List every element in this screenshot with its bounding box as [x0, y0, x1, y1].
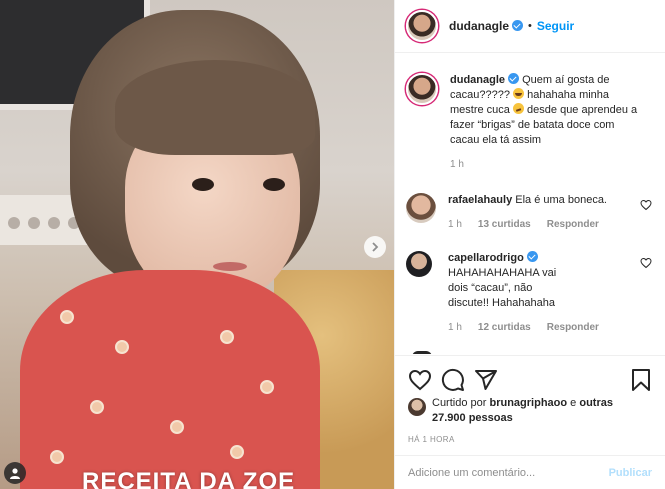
- verified-badge-icon: [512, 20, 524, 31]
- comments-list[interactable]: dudanagle Quem aí gosta de cacau????? ha…: [395, 53, 665, 354]
- likes-summary: Curtido por brunagriphaoo e outras 27.90…: [408, 396, 642, 426]
- header-separator: •: [528, 20, 532, 32]
- next-media-button[interactable]: [364, 236, 386, 258]
- child-eye-right: [263, 178, 285, 191]
- comment-time[interactable]: 1 h: [448, 217, 462, 232]
- commenter-avatar[interactable]: [406, 251, 432, 277]
- comment-item: rafaelahauly Ela é uma boneca. 1 h 13 cu…: [406, 193, 656, 232]
- commenter-avatar[interactable]: [406, 193, 436, 223]
- post-timestamp[interactable]: HÁ 1 HORA: [408, 435, 455, 444]
- comment-item: capellarodrigo HAHAHAHAHAHA vai dois “ca…: [406, 251, 656, 335]
- add-comment-bar: Publicar: [395, 455, 665, 489]
- verified-badge-icon: [508, 73, 520, 84]
- laughing-emoji-icon: [513, 88, 525, 99]
- comment-text: Ela é uma boneca.: [515, 194, 607, 206]
- share-icon[interactable]: [474, 368, 498, 392]
- heart-icon[interactable]: [640, 199, 652, 211]
- author-username[interactable]: dudanagle: [449, 19, 524, 33]
- verified-badge-icon: [526, 251, 538, 262]
- chevron-right-icon: [372, 242, 379, 252]
- next-comment-avatar: [412, 351, 432, 354]
- child-bangs: [115, 60, 315, 155]
- user-tag-icon: [10, 468, 20, 479]
- comment-text: HAHAHAHAHAHA vai dois “cacau”, não discu…: [448, 267, 557, 309]
- action-icon-row: [408, 368, 653, 392]
- publish-button[interactable]: Publicar: [609, 467, 652, 479]
- commenter-username[interactable]: rafaelahauly: [448, 194, 512, 206]
- likes-conj: e: [570, 397, 577, 409]
- caption-author-avatar[interactable]: [406, 73, 438, 105]
- liker-avatar[interactable]: [408, 398, 426, 416]
- user-tag-button[interactable]: [4, 462, 26, 484]
- author-avatar[interactable]: [406, 10, 438, 42]
- caption-time[interactable]: 1 h: [450, 157, 464, 172]
- heart-icon[interactable]: [408, 368, 432, 392]
- comment-likes[interactable]: 13 curtidas: [478, 217, 531, 232]
- heart-icon[interactable]: [640, 257, 652, 269]
- woozy-emoji-icon: [512, 103, 524, 114]
- reply-button[interactable]: Responder: [547, 320, 599, 335]
- commenter-username[interactable]: capellarodrigo: [448, 251, 538, 264]
- comment-input[interactable]: [408, 467, 609, 479]
- reply-button[interactable]: Responder: [547, 217, 599, 232]
- child-eye-left: [192, 178, 214, 191]
- post-caption: dudanagle Quem aí gosta de cacau????? ha…: [406, 73, 656, 172]
- post-header: dudanagle • Seguir: [395, 0, 665, 53]
- post-actions: Curtido por brunagriphaoo e outras 27.90…: [395, 355, 665, 489]
- video-overlay-text: RECEITA DA ZOE: [82, 468, 296, 489]
- likes-prefix: Curtido por: [432, 397, 487, 409]
- liker-username[interactable]: brunagriphaoo: [489, 397, 567, 409]
- comment-icon[interactable]: [441, 368, 465, 392]
- bookmark-icon[interactable]: [629, 368, 653, 392]
- post-side-panel: dudanagle • Seguir dudanagle Quem aí gos…: [394, 0, 665, 489]
- post-media[interactable]: RECEITA DA ZOE: [0, 0, 394, 489]
- child-mouth: [213, 262, 247, 271]
- follow-button[interactable]: Seguir: [537, 19, 574, 33]
- comment-time[interactable]: 1 h: [448, 320, 462, 335]
- instagram-post: RECEITA DA ZOE dudanagle • Seguir dudana…: [0, 0, 665, 489]
- caption-username[interactable]: dudanagle: [450, 73, 522, 86]
- child-shirt: [20, 270, 320, 489]
- comment-likes[interactable]: 12 curtidas: [478, 320, 531, 335]
